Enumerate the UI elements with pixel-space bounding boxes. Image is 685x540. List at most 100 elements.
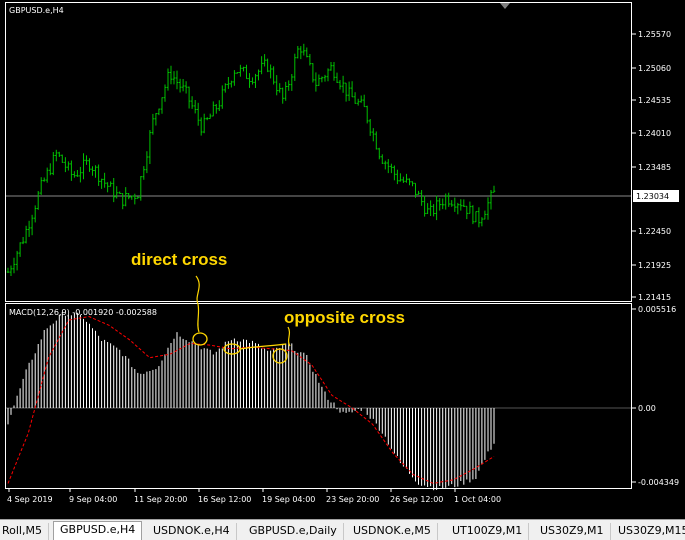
price-bar <box>287 80 290 91</box>
current-price-label: 1.23034 <box>636 192 669 201</box>
price-bar <box>33 205 37 223</box>
price-bar <box>154 113 158 126</box>
price-bar <box>492 185 496 193</box>
price-bar <box>205 117 209 121</box>
price-bar <box>85 155 88 165</box>
price-bar <box>239 64 242 77</box>
price-bar <box>112 178 115 203</box>
tab-gbpusd-daily[interactable]: GBPUSD.e,Daily <box>243 523 344 540</box>
price-bar <box>91 166 94 176</box>
price-bar <box>39 177 43 195</box>
price-bar <box>187 86 191 109</box>
price-bar <box>311 63 315 83</box>
price-bar <box>483 210 487 220</box>
price-bar <box>426 203 429 214</box>
price-bar <box>9 265 13 276</box>
tab-usdnok-m5[interactable]: USDNOK.e,M5 <box>347 523 438 540</box>
price-bar <box>302 43 306 56</box>
price-bar <box>305 47 309 58</box>
time-tick-label: 26 Sep 12:00 <box>390 495 443 504</box>
chart-shift-marker[interactable] <box>500 3 510 9</box>
price-bar <box>423 195 426 217</box>
direct-cross-annotation: direct cross <box>131 250 227 269</box>
price-bar <box>329 62 333 71</box>
price-bar <box>356 98 360 106</box>
price-bar <box>447 192 450 207</box>
price-bar <box>52 152 55 176</box>
price-bar <box>36 191 40 210</box>
direct-cross-marker <box>192 332 208 346</box>
price-bar <box>12 257 16 274</box>
opposite-cross-annotation: opposite cross <box>284 308 405 327</box>
tab-roll-m5[interactable]: Roll,M5 <box>0 523 49 540</box>
price-bar <box>260 56 263 75</box>
price-bar <box>181 79 185 92</box>
price-bar <box>341 75 345 93</box>
price-bar <box>163 84 167 102</box>
price-bar <box>76 170 79 177</box>
tab-usdnok-h4[interactable]: USDNOK.e,H4 <box>147 523 237 540</box>
price-bar <box>139 176 143 201</box>
price-bar <box>115 186 118 199</box>
price-bar <box>103 172 106 188</box>
price-bar <box>193 100 197 114</box>
price-bar <box>79 166 82 183</box>
price-bar <box>417 190 420 195</box>
price-bar <box>474 211 478 223</box>
price-bar <box>293 53 297 81</box>
price-bar <box>73 171 76 178</box>
price-bar <box>64 157 67 173</box>
price-bar <box>320 76 324 83</box>
price-bar <box>347 81 351 101</box>
price-bar <box>82 153 85 180</box>
price-bar <box>245 64 248 80</box>
price-bar <box>199 117 203 136</box>
price-bar <box>145 151 149 174</box>
price-bar <box>432 204 435 217</box>
time-tick-label: 16 Sep 12:00 <box>198 495 251 504</box>
tab-us30z9-m15[interactable]: US30Z9,M15 <box>612 523 685 540</box>
price-tick-label: 1.25570 <box>638 30 671 39</box>
price-bar <box>359 95 363 103</box>
price-bar <box>275 75 278 96</box>
price-bar <box>178 78 182 93</box>
price-panel-frame <box>5 2 632 302</box>
price-bar <box>390 163 393 174</box>
price-bar <box>471 205 475 225</box>
price-bar <box>136 196 140 199</box>
price-bar <box>190 96 194 109</box>
macd-tick-label: 0.00 <box>638 404 656 413</box>
price-bar <box>393 165 396 181</box>
price-bar <box>45 167 49 183</box>
price-bar <box>441 198 444 210</box>
price-bar <box>24 225 28 244</box>
price-bar <box>296 46 300 59</box>
tab-us30z9-m1[interactable]: US30Z9,M1 <box>534 523 611 540</box>
price-bar <box>251 77 254 85</box>
price-bar <box>314 72 318 92</box>
price-bar <box>462 199 466 207</box>
price-bar <box>456 202 460 215</box>
macd-tick-label: -0.004349 <box>638 478 679 487</box>
price-bar <box>236 72 239 74</box>
tab-ut100z9-m1[interactable]: UT100Z9,M1 <box>446 523 530 540</box>
price-bar <box>281 87 284 104</box>
price-bar <box>15 250 19 271</box>
price-bar <box>350 81 354 98</box>
price-bar <box>272 66 275 85</box>
price-bar <box>230 80 233 88</box>
time-tick-label: 23 Sep 20:00 <box>326 495 379 504</box>
price-bar <box>408 178 411 186</box>
price-bar <box>218 100 221 111</box>
chart-area[interactable]: 1.25570 1.25060 1.24535 1.24010 1.23485 … <box>0 0 685 519</box>
price-bar <box>233 70 236 86</box>
price-bar <box>215 104 218 114</box>
price-bar <box>411 181 414 187</box>
price-bar <box>338 80 342 90</box>
time-tick-label: 4 Sep 2019 <box>7 495 53 504</box>
price-bar <box>468 201 472 214</box>
price-bar <box>378 147 381 160</box>
price-bar <box>61 154 64 163</box>
tab-gbpusd-h4[interactable]: GBPUSD.e,H4 <box>53 521 143 540</box>
price-bar <box>212 101 215 117</box>
